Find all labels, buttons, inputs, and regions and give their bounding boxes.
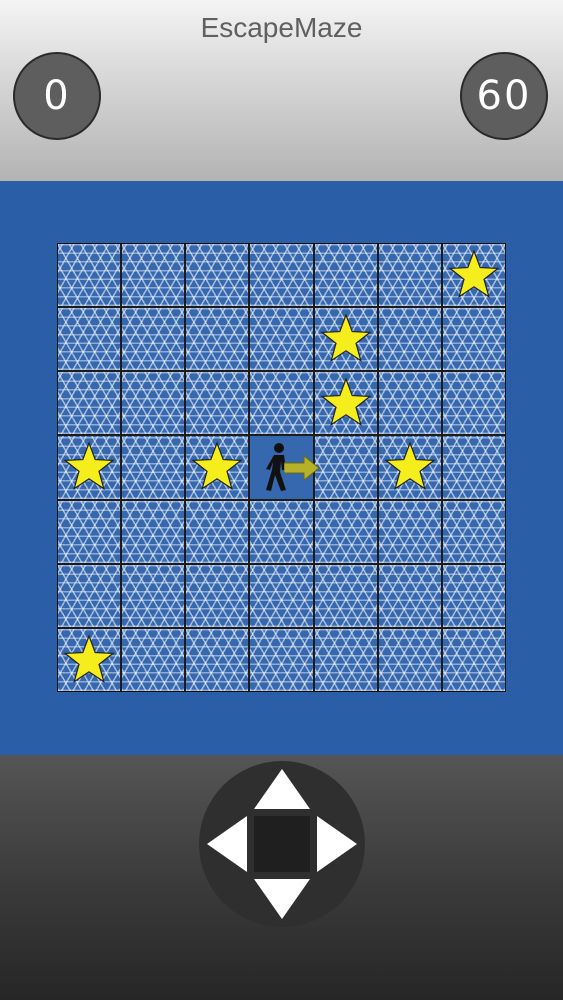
- maze-cell: [250, 564, 313, 627]
- maze-cell: [186, 436, 249, 499]
- maze-cell: [250, 372, 313, 435]
- maze-cell: [314, 244, 377, 307]
- maze-cell: [442, 372, 505, 435]
- maze-cell: [442, 628, 505, 691]
- maze-cell: [378, 500, 441, 563]
- dpad-left-button[interactable]: [207, 816, 247, 872]
- maze-cell: [122, 436, 185, 499]
- app-screen: EscapeMaze 0 60: [0, 0, 563, 1000]
- maze-cell: [442, 436, 505, 499]
- maze-cell: [122, 244, 185, 307]
- maze-cell: [122, 628, 185, 691]
- maze-cell: [58, 628, 121, 691]
- score-counter: 0: [13, 52, 101, 140]
- header-bar: EscapeMaze 0 60: [0, 0, 563, 181]
- maze-cell: [314, 436, 377, 499]
- maze-cell: [314, 308, 377, 371]
- maze-cell: [186, 628, 249, 691]
- maze-cell: [186, 500, 249, 563]
- maze-cell: [58, 244, 121, 307]
- dpad-down-button[interactable]: [254, 879, 310, 919]
- maze-cell: [122, 500, 185, 563]
- maze-cell: [250, 628, 313, 691]
- maze-cell: [314, 500, 377, 563]
- maze-cell: [58, 500, 121, 563]
- maze-cell: [378, 564, 441, 627]
- star-icon: [63, 634, 115, 683]
- maze-cell: [186, 372, 249, 435]
- maze-cell: [122, 308, 185, 371]
- arrow-up-icon: [254, 769, 310, 809]
- dpad: [199, 761, 365, 927]
- arrow-down-icon: [254, 879, 310, 919]
- maze-cell: [378, 244, 441, 307]
- player-cell: [250, 436, 321, 499]
- maze-cell: [122, 564, 185, 627]
- star-icon: [319, 313, 372, 363]
- maze-cell: [378, 436, 441, 499]
- direction-arrow-icon: [284, 455, 321, 482]
- star-icon: [191, 441, 243, 491]
- maze-cell: [314, 372, 377, 435]
- star-icon: [63, 441, 115, 491]
- maze-cell: [186, 308, 249, 371]
- maze-cell: [250, 244, 313, 307]
- maze-cell: [58, 564, 121, 627]
- star-icon: [384, 441, 436, 491]
- star-icon: [319, 377, 372, 427]
- dpad-up-button[interactable]: [254, 769, 310, 809]
- maze-cell: [186, 564, 249, 627]
- timer-counter: 60: [460, 52, 548, 140]
- maze-cell: [442, 244, 505, 307]
- maze-grid: [57, 243, 506, 692]
- maze-cell: [314, 628, 377, 691]
- arrow-right-icon: [317, 816, 357, 872]
- maze-cell: [442, 500, 505, 563]
- maze-cell: [442, 308, 505, 371]
- maze-cell: [58, 436, 121, 499]
- maze-cell: [378, 308, 441, 371]
- maze-cell: [314, 564, 377, 627]
- maze-cell: [186, 244, 249, 307]
- maze-cell: [250, 500, 313, 563]
- dpad-center: [254, 816, 310, 872]
- arrow-left-icon: [207, 816, 247, 872]
- app-title: EscapeMaze: [200, 12, 363, 43]
- maze-cell: [378, 372, 441, 435]
- maze-cell: [122, 372, 185, 435]
- dpad-right-button[interactable]: [317, 816, 357, 872]
- maze-cell: [442, 564, 505, 627]
- maze-cell: [250, 308, 313, 371]
- maze-cell: [58, 308, 121, 371]
- star-icon: [448, 249, 500, 299]
- maze-cell: [378, 628, 441, 691]
- maze-cell: [58, 372, 121, 435]
